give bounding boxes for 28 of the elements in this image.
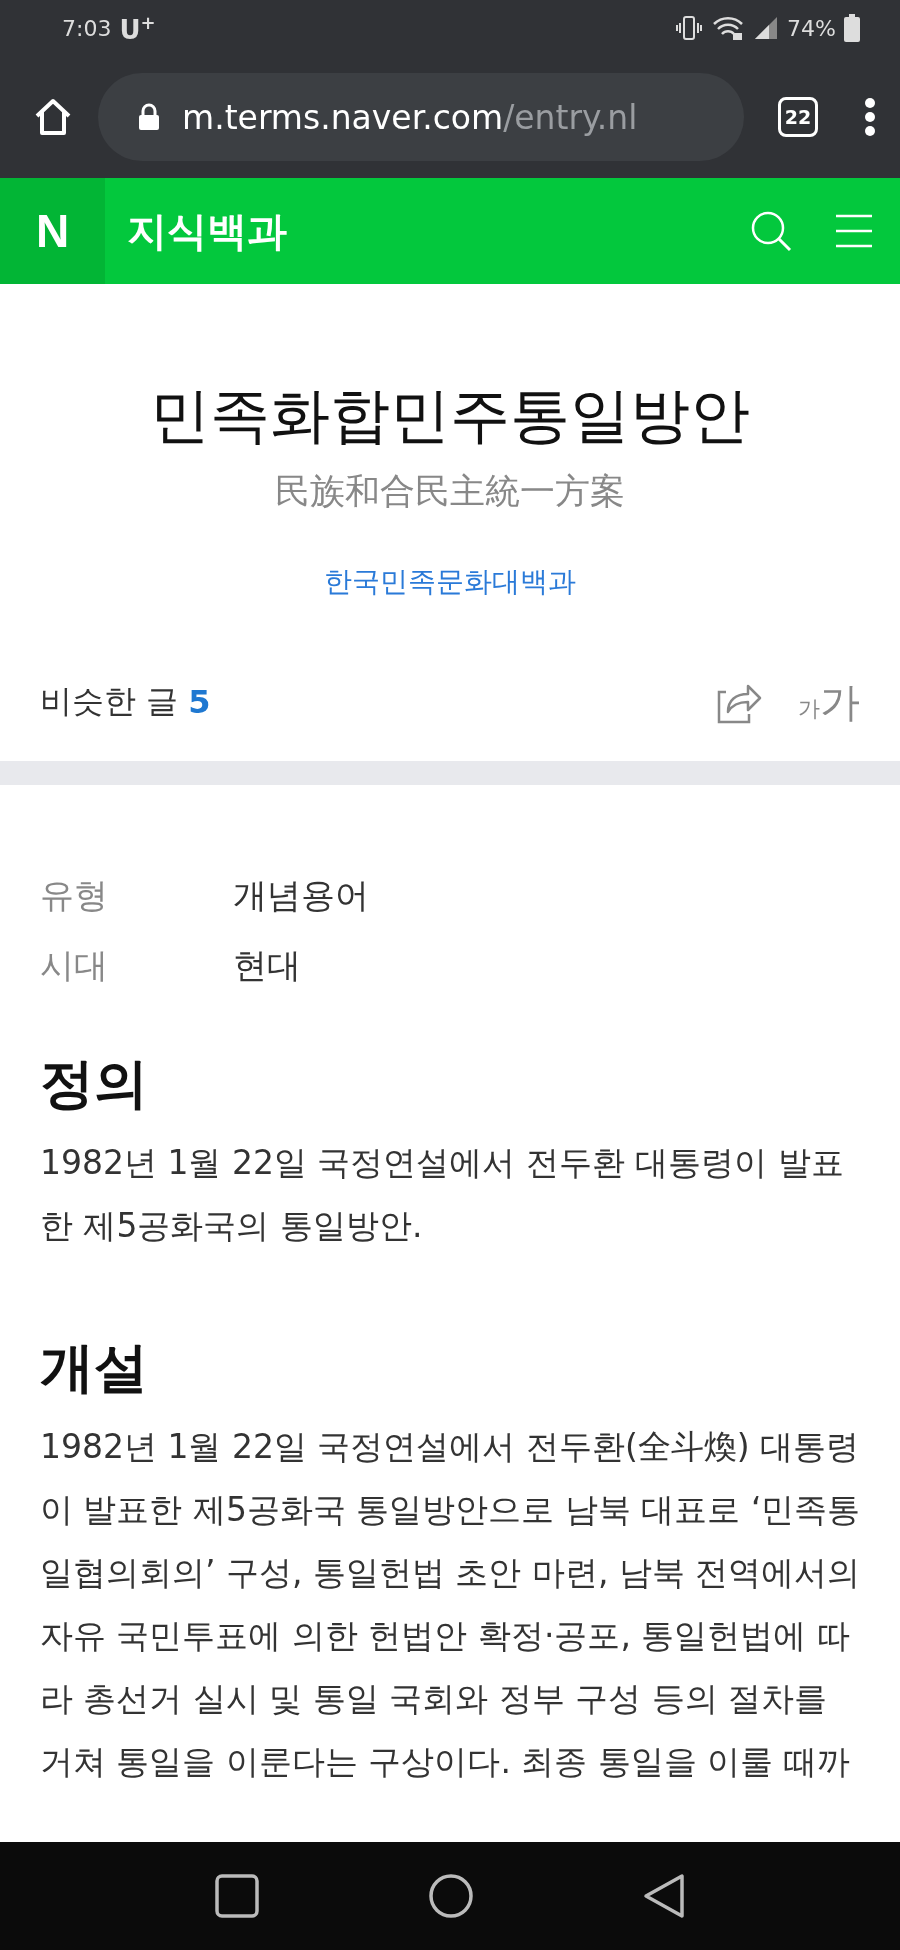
similar-count[interactable]: 5 <box>188 683 211 721</box>
back-icon[interactable] <box>642 1873 686 1919</box>
info-label: 시대 <box>40 944 109 987</box>
recents-icon[interactable] <box>214 1873 260 1919</box>
entry-hanja: 民族和合民主統一方案 <box>275 470 625 513</box>
section-text: 1982년 1월 22일 국정연설에서 전두환 대통령이 발표한 제5공화국의 통일방안. <box>40 1142 845 1247</box>
home-button-icon[interactable] <box>428 1873 474 1919</box>
clock-time: 7:03 <box>62 15 112 41</box>
vibrate-icon <box>675 14 704 42</box>
battery-icon <box>844 14 860 42</box>
url-field[interactable]: m.terms.naver.com/entry.nl <box>98 73 744 161</box>
section-heading: 개설 <box>40 1335 149 1401</box>
font-size-button[interactable]: 가가 <box>798 674 860 730</box>
carrier-name: U$^{+}$ <box>119 11 156 45</box>
lock-icon <box>138 103 160 131</box>
battery-percent: 74% <box>787 15 836 41</box>
source-link[interactable]: 한국민족문화대백과 <box>324 563 576 601</box>
entry-title: 민족화합민주통일방안 <box>150 380 750 450</box>
info-value: 현대 <box>233 944 302 987</box>
tab-count-button[interactable]: 22 <box>778 97 818 137</box>
info-value: 개념용어 <box>233 874 370 917</box>
signal-icon <box>753 15 780 41</box>
similar-label[interactable]: 비슷한 글 <box>40 680 179 724</box>
site-logo[interactable]: N <box>0 178 105 284</box>
section-text: 1982년 1월 22일 국정연설에서 전두환(全斗煥) 대통령이 발표한 제5공화국 통일방안으로 남북 대표로 ‘민족통일협의회의’ 구성, 통일헌법 초안 마련, 남북 전역에서의 자유 국민투표에 의한 헌법안 확정·공포, 통일헌법에 따라 총선거 실시 및 통일 국회와 정부 구성 등의 절차를 거쳐 통일을 이룬다는 구상이다. 최종 통일을 이룰 때까 <box>40 1426 862 1783</box>
more-icon[interactable] <box>864 97 876 137</box>
info-label: 유형 <box>40 874 109 917</box>
section-heading: 정의 <box>40 1051 149 1117</box>
